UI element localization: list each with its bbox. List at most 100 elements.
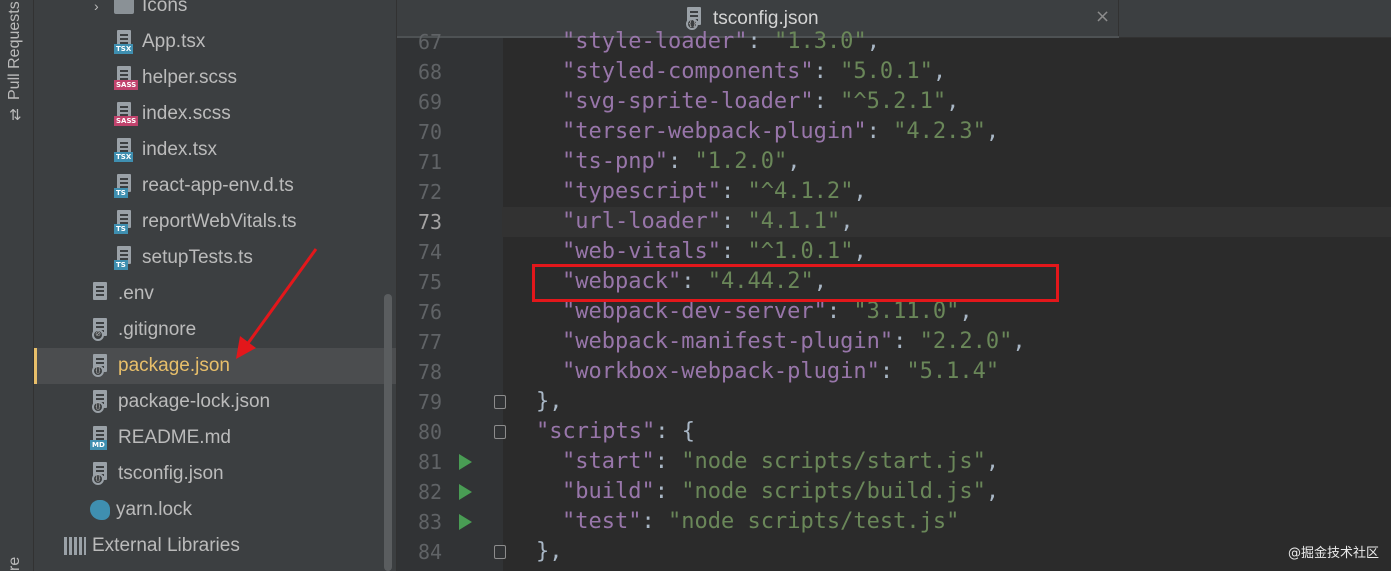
json-value: ^4.1.2 xyxy=(760,179,841,204)
chevron-right-icon[interactable]: › xyxy=(94,0,114,14)
sass-file-icon: SASS xyxy=(114,66,139,90)
tsx-file-icon: TSX xyxy=(114,138,136,162)
run-script-icon[interactable] xyxy=(459,454,472,470)
pull-requests-tab[interactable]: Pull Requests xyxy=(6,1,24,100)
line-number: 69 xyxy=(418,90,443,114)
tree-item[interactable]: yarn.lock xyxy=(34,492,396,528)
run-script-icon[interactable] xyxy=(459,484,472,500)
json-key: style-loader xyxy=(575,29,735,54)
json-value: 1.2.0 xyxy=(707,149,774,174)
libraries-icon xyxy=(64,537,86,555)
code-line: "url-loader": "4.1.1", xyxy=(562,209,854,234)
tree-item[interactable]: TSX index.tsx xyxy=(34,132,396,168)
json-key: scripts xyxy=(549,419,642,444)
close-icon[interactable]: × xyxy=(1095,6,1110,27)
code-line: "build": "node scripts/build.js", xyxy=(562,479,1000,504)
json-key: workbox-webpack-plugin xyxy=(575,359,867,384)
json-key: url-loader xyxy=(575,209,708,234)
tsx-file-icon: TSX xyxy=(114,30,136,54)
tree-item[interactable]: TSX App.tsx xyxy=(34,24,396,60)
markdown-file-icon: MD xyxy=(90,426,112,450)
tree-item-label: .env xyxy=(118,283,154,304)
ts-file-icon: TS xyxy=(114,246,136,270)
tree-item-label: index.scss xyxy=(142,103,231,124)
fold-icon[interactable] xyxy=(494,395,506,409)
json-key: webpack-manifest-plugin xyxy=(575,329,880,354)
json-value: ^1.0.1 xyxy=(760,239,841,264)
punctuation: }, xyxy=(536,539,563,564)
tree-item[interactable]: {} package-lock.json xyxy=(34,384,396,420)
ts-file-icon: TS xyxy=(114,174,136,198)
json-key: webpack-dev-server xyxy=(575,299,814,324)
tree-scrollbar[interactable] xyxy=(384,294,392,571)
folder-icon xyxy=(114,0,134,14)
tree-item-label: External Libraries xyxy=(92,535,240,556)
highlight-box-annotation xyxy=(532,264,1059,302)
tree-item[interactable]: TS reportWebVitals.ts xyxy=(34,204,396,240)
code-line: "web-vitals": "^1.0.1", xyxy=(562,239,867,264)
tree-item-label: setupTests.ts xyxy=(142,247,253,268)
tree-item-label: App.tsx xyxy=(142,31,206,52)
project-tree: › Icons TSX App.tsx SASS helper.scss SASS index… xyxy=(34,0,396,571)
tree-item[interactable]: MD README.md xyxy=(34,420,396,456)
json-key: build xyxy=(575,479,642,504)
line-number: 80 xyxy=(418,420,443,444)
json-value: 5.1.4 xyxy=(919,359,986,384)
line-number: 71 xyxy=(418,150,443,174)
run-script-icon[interactable] xyxy=(459,514,472,530)
tree-item[interactable]: › Icons xyxy=(34,0,396,24)
tree-item[interactable]: TS react-app-env.d.ts xyxy=(34,168,396,204)
json-value: node scripts/start.js xyxy=(694,449,973,474)
code-line: "workbox-webpack-plugin": "5.1.4" xyxy=(562,359,1000,384)
code-line: "svg-sprite-loader": "^5.2.1", xyxy=(562,89,960,114)
code-line: "typescript": "^4.1.2", xyxy=(562,179,867,204)
fold-icon[interactable] xyxy=(494,545,506,559)
line-number: 67 xyxy=(418,30,443,54)
json-key: start xyxy=(575,449,642,474)
json-key: test xyxy=(575,509,629,534)
tree-item[interactable]: SASS index.scss xyxy=(34,96,396,132)
code-line: "webpack-manifest-plugin": "2.2.0", xyxy=(562,329,1026,354)
sass-file-icon: SASS xyxy=(114,102,139,126)
tree-item-label: react-app-env.d.ts xyxy=(142,175,294,196)
tree-item[interactable]: {} package.json xyxy=(34,348,396,384)
tree-item[interactable]: .env xyxy=(34,276,396,312)
tree-item-label: reportWebVitals.ts xyxy=(142,211,297,232)
json-value: node scripts/build.js xyxy=(694,479,973,504)
code-line: }, xyxy=(536,537,1391,567)
json-value: ^5.2.1 xyxy=(853,89,933,114)
tree-item-label: tsconfig.json xyxy=(118,463,224,484)
tree-item[interactable]: TS setupTests.ts xyxy=(34,240,396,276)
line-number: 70 xyxy=(418,120,443,144)
fold-icon[interactable] xyxy=(494,425,506,439)
tree-item[interactable]: External Libraries xyxy=(34,528,396,564)
json-value: 3.11.0 xyxy=(866,299,947,324)
yarn-icon xyxy=(90,500,110,520)
tree-item[interactable]: ⊘ .gitignore xyxy=(34,312,396,348)
punctuation: { xyxy=(681,419,695,444)
structure-tab[interactable]: re xyxy=(6,557,24,571)
json-value: 1.3.0 xyxy=(787,29,854,54)
line-number: 73 xyxy=(418,210,443,234)
json-value: 2.2.0 xyxy=(932,329,1000,354)
code-line: "style-loader": "1.3.0", xyxy=(562,29,880,54)
tree-item[interactable]: {} tsconfig.json xyxy=(34,456,396,492)
json-value: 4.1.1 xyxy=(760,209,827,234)
json-key: ts-pnp xyxy=(575,149,655,174)
json-key: web-vitals xyxy=(575,239,708,264)
json-file-icon: {} xyxy=(90,390,112,414)
line-number: 84 xyxy=(418,540,443,564)
tree-item[interactable]: SASS helper.scss xyxy=(34,60,396,96)
tree-item-label: index.tsx xyxy=(142,139,217,160)
pull-request-icon: ⇅ xyxy=(9,106,22,124)
selection-marker xyxy=(34,348,37,384)
text-file-icon xyxy=(90,282,112,306)
tree-item-label: Icons xyxy=(142,0,188,16)
line-number: 78 xyxy=(418,360,443,384)
json-value: 4.2.3 xyxy=(906,119,973,144)
watermark: @掘金技术社区 xyxy=(1287,546,1379,561)
json-key: styled-components xyxy=(575,59,801,84)
tree-item-label: helper.scss xyxy=(142,67,238,88)
json-file-icon: {} xyxy=(90,354,112,378)
tree-item-label: README.md xyxy=(118,427,231,448)
